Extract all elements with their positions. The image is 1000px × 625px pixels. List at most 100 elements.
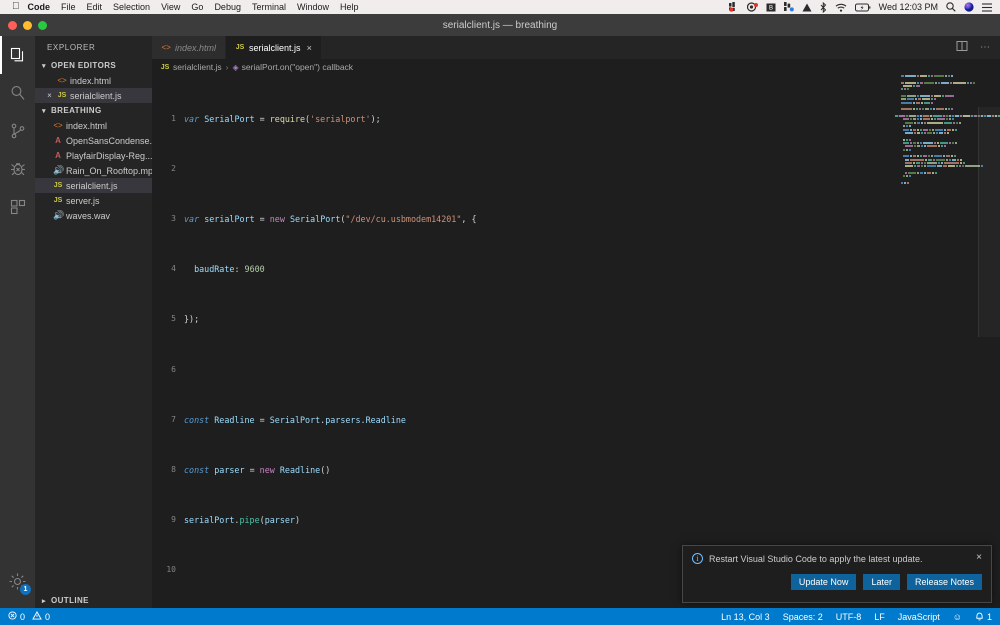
breadcrumb-file[interactable]: serialclient.js [173,62,222,72]
menu-bar-clock[interactable]: Wed 12:03 PM [879,2,938,12]
tab-index-html[interactable]: <> index.html [152,36,227,59]
siri-icon[interactable] [964,2,974,12]
html-icon: <> [161,42,171,52]
activity-item-explorer[interactable] [0,36,35,74]
menu-item-debug[interactable]: Debug [214,2,241,12]
open-editor-serialclient-js[interactable]: × JS serialclient.js [35,88,152,103]
feedback-icon[interactable]: ☺ [953,612,962,622]
activity-item-extensions[interactable] [0,188,35,226]
settings-badge: 1 [20,584,31,595]
open-editors-label: OPEN EDITORS [51,61,117,70]
folder-label: BREATHING [51,106,102,115]
file-item-serialclient-js[interactable]: JS serialclient.js [35,178,152,193]
menu-item-view[interactable]: View [161,2,180,12]
chevron-down-icon: ▾ [42,107,46,115]
audio-icon: 🔊 [53,210,65,220]
split-editor-icon[interactable] [956,40,968,55]
maximize-window-button[interactable] [38,21,47,30]
tab-serialclient-js[interactable]: JS serialclient.js × [226,36,322,59]
status-language-mode[interactable]: JavaScript [898,612,940,622]
activity-item-settings[interactable]: 1 [0,562,35,600]
file-item[interactable]: 🔊 Rain_On_Rooftop.mp3 [35,163,152,178]
sync-icon[interactable] [783,2,794,12]
code-line: 7 const Readline = SerialPort.parsers.Rea… [152,414,1000,427]
menu-item-edit[interactable]: Edit [87,2,103,12]
status-problems[interactable]: 0 0 [8,610,50,622]
status-eol[interactable]: LF [874,612,885,622]
file-item[interactable]: 🔊 waves.wav [35,208,152,223]
file-item[interactable]: <> index.html [35,118,152,133]
line-content: }); [184,314,200,325]
control-center-icon[interactable] [982,2,992,12]
chevron-right-icon: ▸ [42,597,46,605]
minimap-slider[interactable] [978,107,1000,337]
status-cursor-position[interactable]: Ln 13, Col 3 [721,612,770,622]
apple-icon[interactable]:  [12,2,20,12]
minimap[interactable] [895,75,1000,608]
shutter-icon[interactable] [746,2,758,12]
file-label: PlayfairDisplay-Reg... [66,150,152,161]
menu-item-terminal[interactable]: Terminal [252,2,286,12]
file-item[interactable]: A PlayfairDisplay-Reg... [35,148,152,163]
code-lines: 1 var SerialPort = require('serialport');… [152,75,1000,608]
section-open-editors[interactable]: ▾ OPEN EDITORS [35,58,152,73]
section-outline[interactable]: ▸ OUTLINE [35,593,152,608]
status-encoding[interactable]: UTF-8 [836,612,862,622]
notification-buttons: Update Now Later Release Notes [692,574,982,590]
dropbox-icon[interactable] [728,2,739,12]
close-icon[interactable]: × [307,43,312,53]
file-label: waves.wav [66,210,111,221]
menu-item-code[interactable]: Code [28,2,51,12]
activity-item-debug[interactable] [0,150,35,188]
breadcrumb-symbol[interactable]: serialPort.on("open") callback [242,62,353,72]
later-button[interactable]: Later [863,574,900,590]
menu-item-selection[interactable]: Selection [113,2,150,12]
open-editor-label: serialclient.js [70,90,122,101]
update-now-button[interactable]: Update Now [790,574,857,590]
outline-label: OUTLINE [51,596,89,605]
line-number: 3 [171,214,176,224]
more-actions-icon[interactable]: ⋯ [980,42,990,53]
sidebar-title: EXPLORER [47,42,96,52]
bluetooth-icon[interactable] [820,1,827,13]
search-icon[interactable] [946,2,956,12]
activity-item-source-control[interactable] [0,112,35,150]
file-item[interactable]: A OpenSansCondense... [35,133,152,148]
status-notifications[interactable]: 1 [975,611,992,623]
file-label: Rain_On_Rooftop.mp3 [66,165,152,176]
wifi-icon[interactable] [835,3,847,12]
line-content: baudRate: 9600 [194,264,265,275]
code-editor[interactable]: 1 var SerialPort = require('serialport');… [152,75,1000,608]
display-icon[interactable]: B [766,3,776,12]
tab-label: serialclient.js [249,42,301,53]
triangle-icon[interactable] [802,3,812,12]
menu-item-window[interactable]: Window [297,2,329,12]
menu-item-go[interactable]: Go [191,2,203,12]
vscode-window:  Code File Edit Selection View Go Debug… [0,0,1000,625]
close-icon[interactable]: × [976,553,982,563]
open-editor-index-html[interactable]: <> index.html [35,73,152,88]
traffic-lights [8,21,47,30]
html-icon: <> [53,120,63,130]
battery-icon[interactable] [854,3,871,12]
section-folder-breathing[interactable]: ▾ BREATHING [35,103,152,118]
activity-bar: 1 [0,36,35,608]
release-notes-button[interactable]: Release Notes [906,574,982,590]
activity-item-search[interactable] [0,74,35,112]
close-window-button[interactable] [8,21,17,30]
line-number: 4 [171,264,176,274]
minimize-window-button[interactable] [23,21,32,30]
code-line: 4 baudRate: 9600 [152,263,1000,276]
window-title: serialclient.js — breathing [442,19,558,31]
close-icon[interactable]: × [45,91,54,100]
menu-item-file[interactable]: File [61,2,76,12]
file-item[interactable]: JS server.js [35,193,152,208]
mac-menu-bar:  Code File Edit Selection View Go Debug… [0,0,1000,14]
code-line: 8 const parser = new Readline() [152,464,1000,477]
minimap-line [895,78,1000,80]
chevron-down-icon: ▾ [42,62,46,70]
bell-icon [975,611,984,623]
status-indentation[interactable]: Spaces: 2 [783,612,823,622]
menu-item-help[interactable]: Help [340,2,359,12]
font-icon: A [55,135,61,145]
